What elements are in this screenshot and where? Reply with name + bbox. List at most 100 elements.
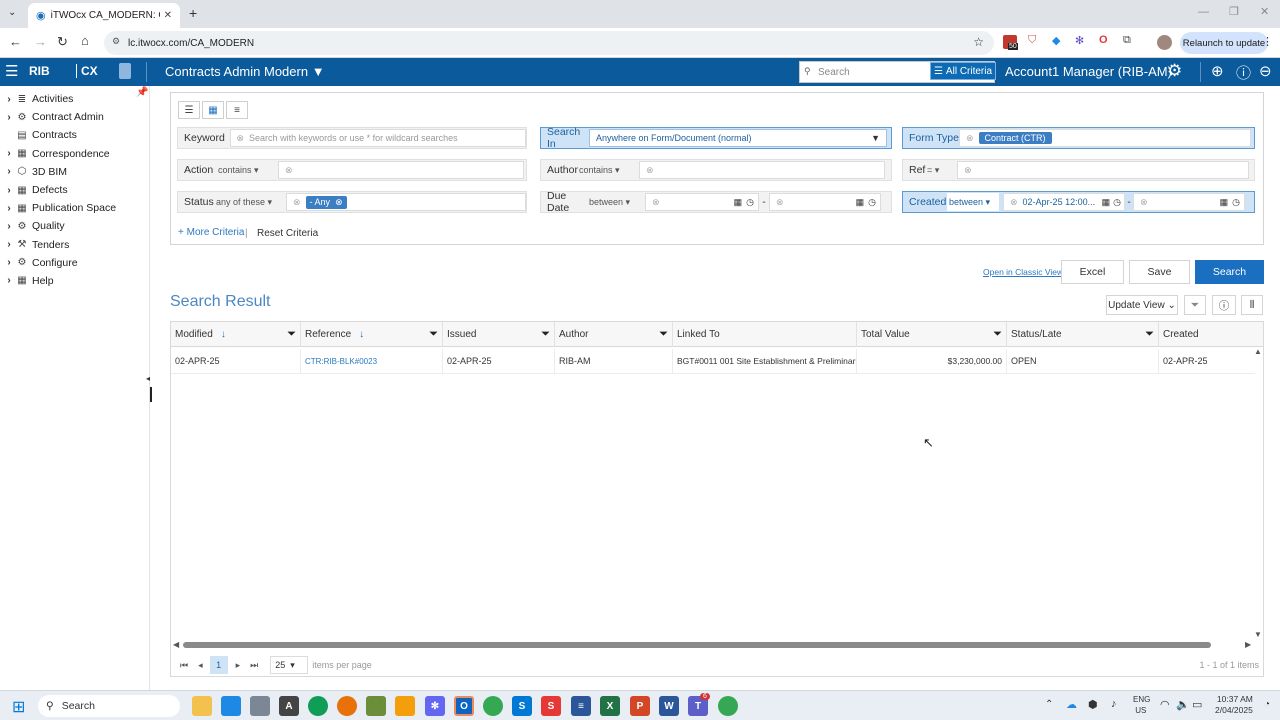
status-operator-select[interactable]: any of these ▾ xyxy=(216,197,286,208)
profile-avatar[interactable] xyxy=(1157,35,1172,50)
scroll-up-icon[interactable]: ▲ xyxy=(1254,347,1262,356)
cell-linked-to[interactable]: BGT#0011 001 Site Establishment & Prelim… xyxy=(673,349,857,373)
created-to-input[interactable]: ⊗ ▦ ◷ xyxy=(1133,193,1245,211)
column-header-created[interactable]: Created xyxy=(1159,322,1255,347)
app-icon[interactable]: S xyxy=(541,696,561,716)
sort-arrow-icon[interactable]: ↓ xyxy=(359,329,364,340)
notes-icon[interactable]: ≡ xyxy=(571,696,591,716)
clock-icon[interactable]: ◷ xyxy=(746,197,754,208)
sidebar-item-configure[interactable]: › ⚙ Configure xyxy=(3,254,143,272)
chrome-icon[interactable] xyxy=(483,696,503,716)
app-icon[interactable] xyxy=(366,696,386,716)
collapse-sidebar-icon[interactable]: ◂ xyxy=(146,374,150,383)
created-operator-select[interactable]: between ▾ xyxy=(947,193,999,211)
clear-icon[interactable]: ⊗ xyxy=(776,197,784,208)
horizontal-scrollbar-thumb[interactable] xyxy=(183,642,1211,648)
scroll-down-icon[interactable]: ▼ xyxy=(1254,630,1262,639)
list-view-button[interactable]: ≡ xyxy=(226,101,248,119)
sidebar-item-quality[interactable]: › ⚙ Quality xyxy=(3,217,143,235)
due-date-to-input[interactable]: ⊗ ▦ ◷ xyxy=(769,193,881,211)
browser-menu-icon[interactable]: ⋮ xyxy=(1262,35,1273,48)
close-tab-icon[interactable]: ✕ xyxy=(164,10,172,21)
clock-icon[interactable]: ◷ xyxy=(868,197,876,208)
keyword-input[interactable]: ⊗ Search with keywords or use * for wild… xyxy=(229,129,526,147)
chevron-right-icon[interactable]: › xyxy=(3,94,15,105)
hamburger-menu-icon[interactable]: ☰ xyxy=(5,62,18,80)
onedrive-icon[interactable]: ☁ xyxy=(1066,698,1077,711)
taskbar-search[interactable]: ⚲ Search xyxy=(38,695,180,717)
filter-icon[interactable]: ⏷ xyxy=(659,328,668,341)
filter-icon[interactable]: ⏷ xyxy=(1145,328,1154,341)
prev-page-icon[interactable]: ◂ xyxy=(198,660,203,671)
notification-bell-icon[interactable]: ◔ xyxy=(1264,699,1270,710)
table-row[interactable]: 02-APR-25 CTR:RIB-BLK#0023 02-APR-25 RIB… xyxy=(171,348,1255,374)
chevron-right-icon[interactable]: › xyxy=(3,185,15,196)
remove-tag-icon[interactable]: ⊗ xyxy=(335,197,343,208)
module-title[interactable]: Contracts Admin Modern ▼ xyxy=(165,64,325,79)
cell-reference-link[interactable]: CTR:RIB-BLK#0023 xyxy=(301,349,443,373)
action-input[interactable]: ⊗ xyxy=(278,161,524,179)
first-page-icon[interactable]: ⏮ xyxy=(180,660,188,671)
save-button[interactable]: Save xyxy=(1129,260,1190,284)
relaunch-button[interactable]: Relaunch to update xyxy=(1180,32,1268,54)
filter-icon[interactable]: ⏷ xyxy=(429,328,438,341)
columns-button[interactable]: ⦀ xyxy=(1241,295,1263,315)
splitter-handle[interactable] xyxy=(150,387,152,402)
chevron-right-icon[interactable]: › xyxy=(3,203,15,214)
chevron-right-icon[interactable]: › xyxy=(3,221,15,232)
per-page-select[interactable]: 25 ▾ xyxy=(270,656,309,674)
settings-gear-icon[interactable]: ⚙ xyxy=(1167,61,1182,81)
sidebar-item-contract-admin[interactable]: › ⚙ Contract Admin xyxy=(3,108,143,126)
browser-tab[interactable]: ◉ iTWOcx CA_MODERN: Contrac ✕ xyxy=(28,3,180,28)
tab-list-chevron-icon[interactable]: ⌄ xyxy=(8,7,16,18)
update-view-button[interactable]: Update View ⌄ xyxy=(1106,295,1178,315)
grid-view-button[interactable]: ▦ xyxy=(202,101,224,119)
site-info-icon[interactable]: ⚙ xyxy=(112,36,120,47)
outlook-icon[interactable]: O xyxy=(454,696,474,716)
sidebar-item-defects[interactable]: › ▦ Defects xyxy=(3,181,143,199)
status-tag[interactable]: - Any ⊗ xyxy=(305,195,347,209)
sort-arrow-icon[interactable]: ↓ xyxy=(221,329,226,340)
filter-icon[interactable]: ⏷ xyxy=(287,328,296,341)
volume-icon[interactable]: 🔈 xyxy=(1176,698,1190,711)
battery-icon[interactable]: ▭ xyxy=(1192,698,1202,711)
sidebar-item-correspondence[interactable]: › ▦ Correspondence xyxy=(3,145,143,163)
author-input[interactable]: ⊗ xyxy=(639,161,885,179)
calendar-icon[interactable]: ▦ xyxy=(1220,197,1229,208)
shield-extension-icon[interactable]: ⛉ xyxy=(1028,34,1036,47)
column-header-author[interactable]: Author ⏷ xyxy=(555,322,673,347)
sidebar-item-activities[interactable]: › ≣ Activities xyxy=(3,90,143,108)
calendar-icon[interactable]: ▦ xyxy=(1102,197,1111,208)
chevron-right-icon[interactable]: › xyxy=(3,166,15,177)
new-tab-icon[interactable]: + xyxy=(189,5,197,21)
current-page[interactable]: 1 xyxy=(209,656,228,674)
column-header-status-late[interactable]: Status/Late ⏷ xyxy=(1007,322,1159,347)
show-hidden-icons-icon[interactable]: ⌃ xyxy=(1045,699,1053,710)
column-header-linked-to[interactable]: Linked To xyxy=(673,322,857,347)
more-criteria-link[interactable]: + More Criteria xyxy=(178,227,244,238)
column-header-issued[interactable]: Issued ⏷ xyxy=(443,322,555,347)
clear-icon[interactable]: ⊗ xyxy=(1010,197,1018,208)
sharepoint-icon[interactable]: S xyxy=(512,696,532,716)
form-type-field[interactable]: ⊗ Contract (CTR) xyxy=(959,129,1251,147)
module-icon[interactable] xyxy=(119,63,131,79)
forward-icon[interactable]: → xyxy=(34,34,47,49)
column-header-modified[interactable]: Modified ↓ ⏷ xyxy=(171,322,301,347)
calendar-icon[interactable]: ▦ xyxy=(734,197,743,208)
scroll-left-icon[interactable]: ◀ xyxy=(173,640,179,649)
chevron-right-icon[interactable]: › xyxy=(3,257,15,268)
ref-operator-select[interactable]: = ▾ xyxy=(927,165,957,176)
scroll-right-icon[interactable]: ▶ xyxy=(1245,640,1251,649)
reset-criteria-link[interactable]: Reset Criteria xyxy=(257,228,318,239)
firefox-icon[interactable] xyxy=(337,696,357,716)
extension-blue-icon[interactable]: ◆ xyxy=(1052,34,1060,47)
calendar-icon[interactable]: ▦ xyxy=(856,197,865,208)
chevron-right-icon[interactable]: › xyxy=(3,112,15,123)
minimize-icon[interactable]: — xyxy=(1198,6,1209,18)
filter-icon[interactable]: ⏷ xyxy=(541,328,550,341)
word-icon[interactable]: W xyxy=(659,696,679,716)
chrome-icon[interactable] xyxy=(718,696,738,716)
form-type-tag[interactable]: Contract (CTR) xyxy=(978,132,1052,144)
chevron-right-icon[interactable]: › xyxy=(3,239,15,250)
all-criteria-button[interactable]: ☰ All Criteria xyxy=(930,62,996,80)
